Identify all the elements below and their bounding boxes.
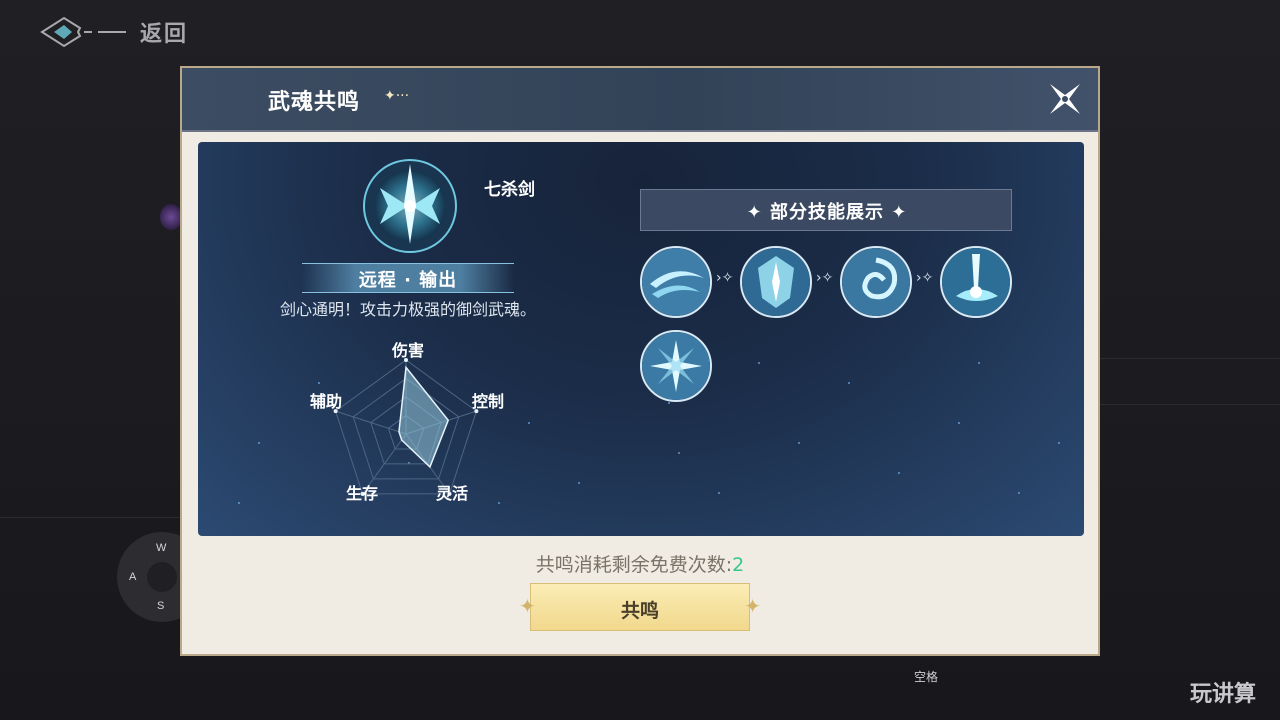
- skills-header-text: ✦ 部分技能展示 ✦: [746, 202, 908, 223]
- button-right-ornament-icon: ✦: [744, 594, 761, 618]
- spiral-gale-icon: [842, 248, 910, 316]
- dialog-header: 武魂共鸣 ✦···: [182, 68, 1098, 132]
- back-label: 返回: [140, 22, 189, 47]
- joystick-knob[interactable]: [147, 562, 177, 592]
- star-dot: [668, 402, 670, 404]
- back-button[interactable]: 返回: [40, 12, 188, 52]
- star-dot: [1058, 442, 1060, 444]
- ice-nova-icon: [642, 332, 710, 400]
- joystick-key-up: W: [156, 542, 167, 554]
- free-count-line: 共鸣消耗剩余免费次数:2: [182, 550, 1098, 577]
- star-dot: [238, 502, 240, 504]
- radar-label-support: 辅助: [310, 392, 343, 411]
- wind-slash-skill-icon[interactable]: [640, 246, 712, 318]
- joystick-key-down: S: [157, 600, 165, 612]
- skills-header: ✦ 部分技能展示 ✦: [640, 189, 1012, 231]
- shield-burst-icon: [742, 248, 810, 316]
- weapon-name: 七杀剑: [484, 180, 535, 200]
- star-dot: [958, 422, 960, 424]
- weapon-description: 剑心通明！攻击力极强的御剑武魂。: [279, 300, 536, 319]
- back-arrow-icon: [40, 16, 126, 48]
- free-count-value: 2: [732, 554, 745, 576]
- attribute-radar-chart: 伤害 控制 灵活 生存 辅助: [298, 341, 538, 532]
- watermark-logo: 玩讲算: [1190, 682, 1257, 707]
- wind-slash-icon: [642, 248, 710, 316]
- background-divider: [1100, 404, 1280, 405]
- star-dot: [978, 362, 980, 364]
- radar-value-area: [398, 365, 450, 469]
- background-orb-icon: [160, 204, 182, 230]
- ice-nova-skill-icon[interactable]: [640, 330, 712, 402]
- resonate-button[interactable]: ✦ 共鸣 ✦: [519, 583, 761, 631]
- background-divider: [0, 517, 180, 518]
- radar-graphic: [333, 358, 479, 496]
- weapon-info-panel: 七杀剑 远程 · 输出 剑心通明！攻击力极强的御剑武魂。 伤害 控制 灵活 生存…: [198, 142, 1084, 536]
- star-dot: [718, 492, 720, 494]
- weapon-type-banner: 远程 · 输出: [302, 263, 514, 293]
- space-key-hint: 空格: [914, 670, 939, 684]
- close-button[interactable]: [1046, 80, 1084, 118]
- skill-chain-arrow-icon: ›✧: [916, 270, 934, 286]
- star-dot: [798, 442, 800, 444]
- star-dot: [1018, 492, 1020, 494]
- seven-kill-sword-emblem-icon: [363, 159, 457, 253]
- radar-label-control: 控制: [472, 392, 505, 411]
- free-count-label: 共鸣消耗剩余免费次数:: [535, 554, 733, 576]
- skills-header-label: 部分技能展示: [770, 202, 884, 223]
- title-sparkle-icon: ✦···: [384, 88, 410, 104]
- radar-label-agility: 灵活: [436, 484, 469, 503]
- star-dot: [258, 442, 260, 444]
- joystick-key-left: A: [129, 571, 137, 583]
- close-icon: [1050, 84, 1080, 114]
- weapon-type: 远程 · 输出: [358, 270, 458, 291]
- background-divider: [1100, 358, 1280, 359]
- dialog-title: 武魂共鸣: [268, 90, 361, 115]
- shield-burst-skill-icon[interactable]: [740, 246, 812, 318]
- radar-label-damage: 伤害: [392, 341, 425, 360]
- radar-label-survival: 生存: [346, 484, 379, 503]
- skill-chain-arrow-icon: ›✧: [816, 270, 834, 286]
- weapon-resonance-dialog: 武魂共鸣 ✦··· 七杀剑 远程 · 输出 剑心通明！攻击力极强的御剑武魂。 伤…: [180, 66, 1100, 656]
- sword-rain-icon: [942, 248, 1010, 316]
- star-dot: [578, 482, 580, 484]
- star-dot: [898, 472, 900, 474]
- resonate-button-label: 共鸣: [620, 600, 659, 622]
- spiral-gale-skill-icon[interactable]: [840, 246, 912, 318]
- star-dot: [758, 362, 760, 364]
- sword-rain-skill-icon[interactable]: [940, 246, 1012, 318]
- star-dot: [678, 452, 680, 454]
- star-dot: [848, 382, 850, 384]
- skill-chain-arrow-icon: ›✧: [716, 270, 734, 286]
